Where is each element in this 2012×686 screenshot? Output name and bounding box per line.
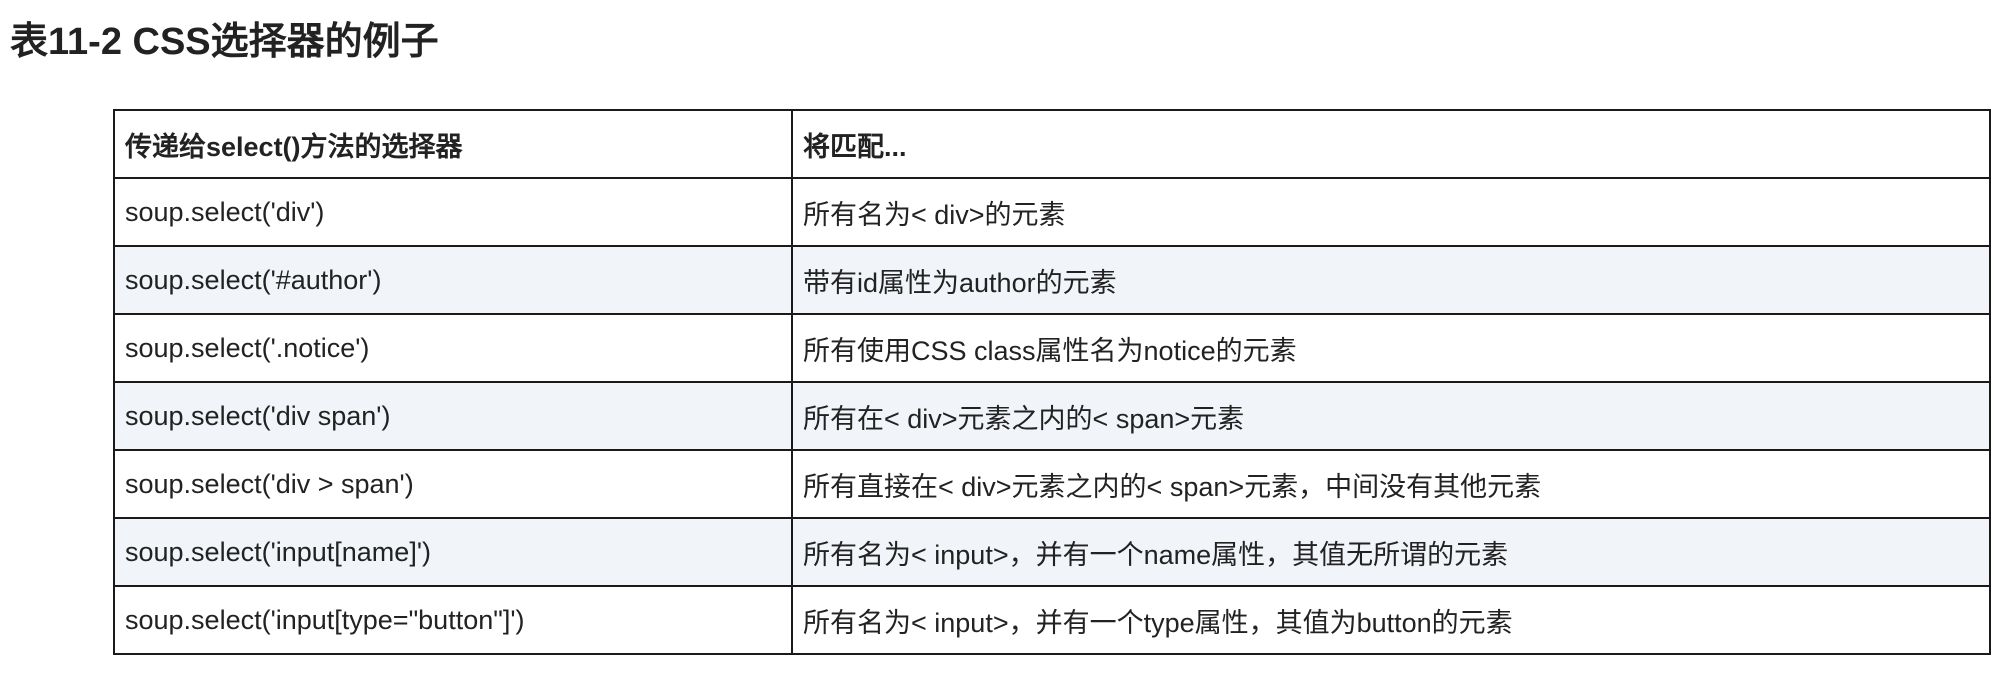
header-selector: 传递给select()方法的选择器	[113, 109, 793, 179]
match-cell: 所有名为< input>，并有一个name属性，其值无所谓的元素	[791, 517, 1991, 587]
table-row: soup.select('.notice') 所有使用CSS class属性名为…	[113, 313, 1991, 383]
selector-cell: soup.select('div span')	[113, 381, 793, 451]
selector-cell: soup.select('#author')	[113, 245, 793, 315]
table-row: soup.select('div span') 所有在< div>元素之内的< …	[113, 381, 1991, 451]
selector-table: 传递给select()方法的选择器 将匹配... soup.select('di…	[113, 109, 1991, 655]
match-cell: 带有id属性为author的元素	[791, 245, 1991, 315]
match-cell: 所有名为< div>的元素	[791, 177, 1991, 247]
match-cell: 所有使用CSS class属性名为notice的元素	[791, 313, 1991, 383]
page-title: 表11-2 CSS选择器的例子	[10, 21, 439, 63]
selector-cell: soup.select('div > span')	[113, 449, 793, 519]
selector-cell: soup.select('input[name]')	[113, 517, 793, 587]
table-row: soup.select('input[name]') 所有名为< input>，…	[113, 517, 1991, 587]
table-row: soup.select('div > span') 所有直接在< div>元素之…	[113, 449, 1991, 519]
match-cell: 所有在< div>元素之内的< span>元素	[791, 381, 1991, 451]
selector-cell: soup.select('input[type="button"]')	[113, 585, 793, 655]
table-header-row: 传递给select()方法的选择器 将匹配...	[113, 109, 1991, 179]
table-row: soup.select('div') 所有名为< div>的元素	[113, 177, 1991, 247]
match-cell: 所有直接在< div>元素之内的< span>元素，中间没有其他元素	[791, 449, 1991, 519]
selector-cell: soup.select('div')	[113, 177, 793, 247]
table-row: soup.select('input[type="button"]') 所有名为…	[113, 585, 1991, 655]
table-row: soup.select('#author') 带有id属性为author的元素	[113, 245, 1991, 315]
selector-cell: soup.select('.notice')	[113, 313, 793, 383]
header-match: 将匹配...	[791, 109, 1991, 179]
match-cell: 所有名为< input>，并有一个type属性，其值为button的元素	[791, 585, 1991, 655]
